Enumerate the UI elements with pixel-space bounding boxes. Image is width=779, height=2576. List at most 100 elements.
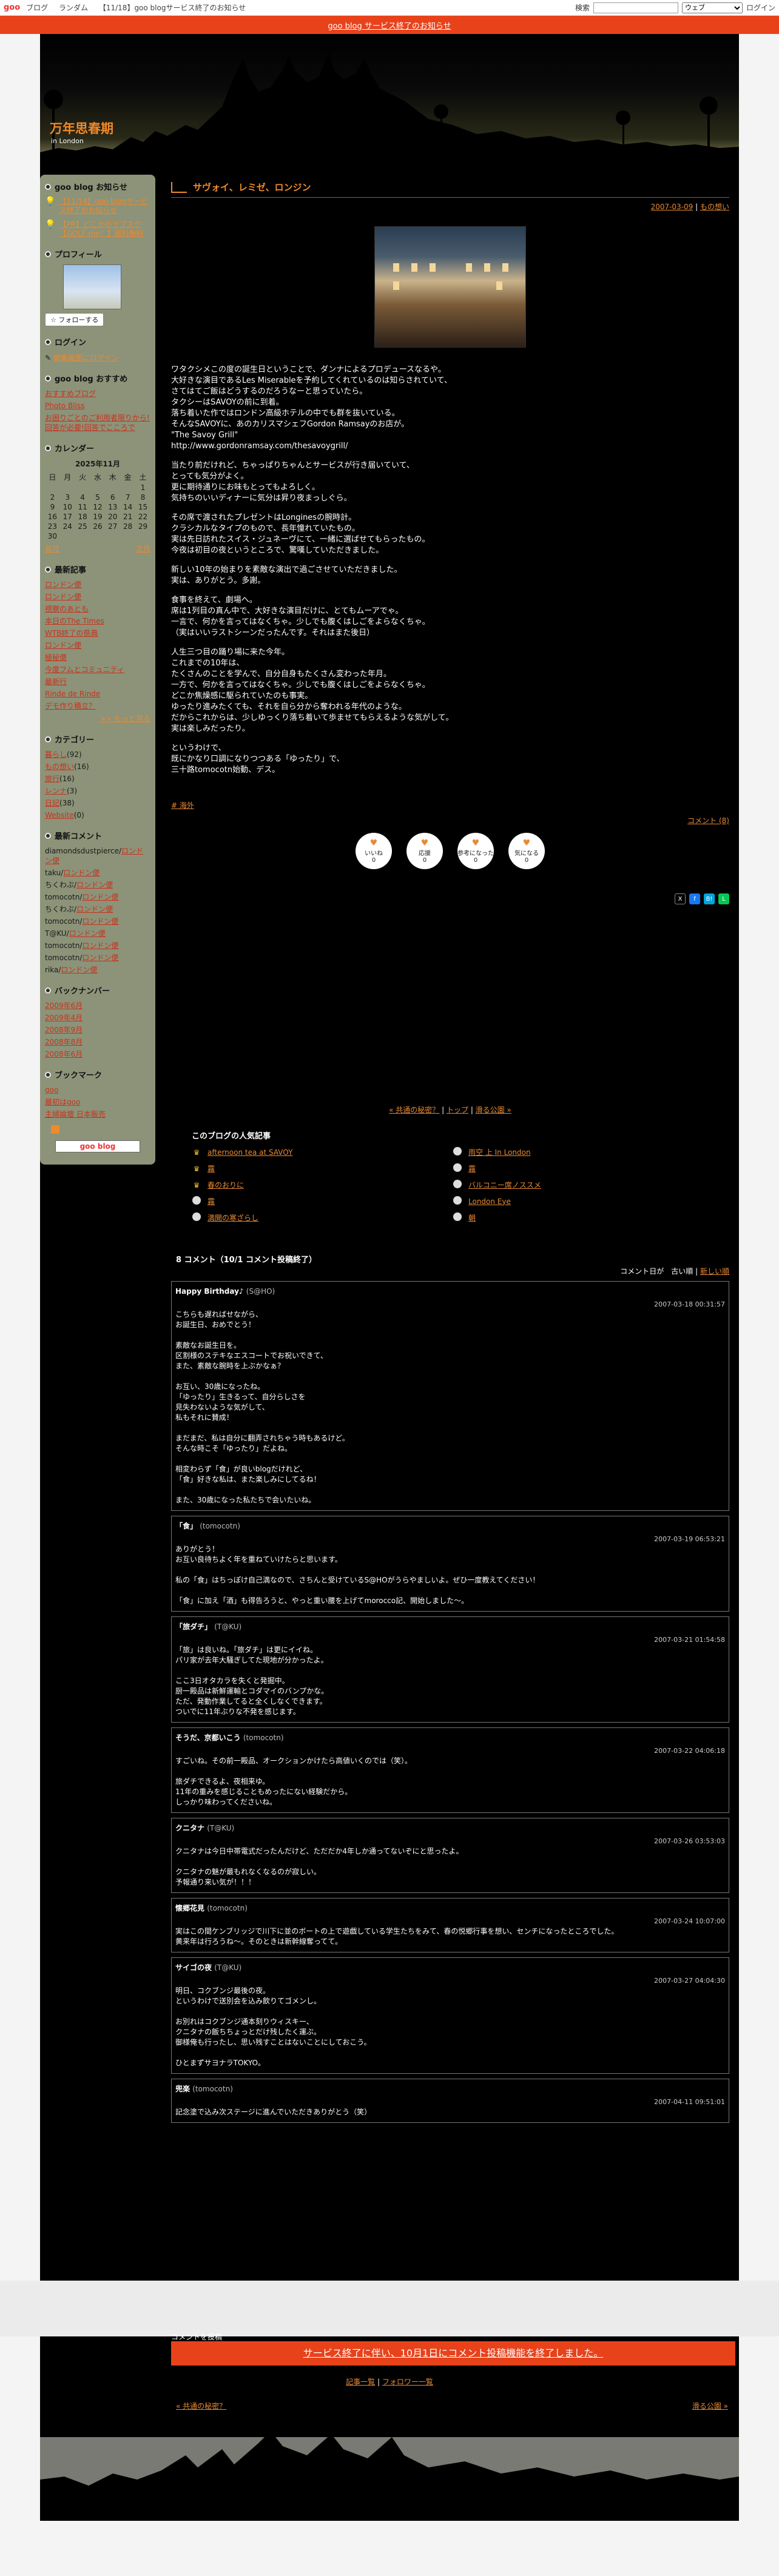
popular-link[interactable]: London Eye xyxy=(468,1197,511,1206)
recent-entry-link[interactable]: デモ作り積立？ xyxy=(45,702,96,710)
popular-link[interactable]: 霧 xyxy=(207,1163,215,1174)
notice-link[interactable]: 【PR】どこかのサブスク【GOLF me！】資料無料 xyxy=(59,220,150,238)
commented-entry-link[interactable]: ロンドン便 xyxy=(76,905,113,913)
entry-title[interactable]: サヴォイ、レミゼ、ロンジン xyxy=(193,181,311,193)
category-link[interactable]: 日記 xyxy=(45,799,59,807)
commented-entry-link[interactable]: ロンドン便 xyxy=(82,893,118,901)
reaction-button[interactable]: ♥ いいね 0 xyxy=(356,833,392,869)
category-list: 暮らし(92) もの想い(16) 旅行(16) レンナ(3) 日記(38) Website… xyxy=(45,750,150,820)
recommend-link[interactable]: Photo Bliss xyxy=(45,402,84,410)
follow-button[interactable]: ☆ フォローする xyxy=(45,313,104,326)
search-input[interactable] xyxy=(593,2,678,13)
reaction-icon: ♥ xyxy=(369,838,378,848)
search-scope-select[interactable]: ウェブ xyxy=(681,2,743,13)
commented-entry-link[interactable]: ロンドン便 xyxy=(76,881,113,889)
commented-entry-link[interactable]: ロンドン便 xyxy=(82,941,118,950)
goo-logo[interactable]: goo xyxy=(4,3,20,12)
reaction-button[interactable]: ♥ 応援 0 xyxy=(406,833,443,869)
bookmark-link[interactable]: 最初はgoo xyxy=(45,1098,80,1106)
tag-link[interactable]: # 海外 xyxy=(171,801,194,810)
comment-author: (T@KU) xyxy=(207,1824,235,1832)
entry-category-link[interactable]: もの想い xyxy=(700,203,729,211)
rank-marker xyxy=(453,1147,462,1157)
calendar-weekday: 金 xyxy=(124,473,132,482)
backnumber-link[interactable]: 2009年6月 xyxy=(45,1001,83,1010)
topbar-link-random[interactable]: ランダム xyxy=(59,4,88,12)
category-link[interactable]: レンナ xyxy=(45,787,67,795)
popular-link[interactable]: 霧 xyxy=(207,1196,215,1206)
commented-entry-link[interactable]: ロンドン便 xyxy=(82,953,118,962)
next-entry-link[interactable]: 滑る公園 » xyxy=(476,1106,511,1114)
recent-entry-link[interactable]: 最新行 xyxy=(45,678,67,686)
commented-entry-link[interactable]: ロンドン便 xyxy=(69,929,106,938)
calendar-next-link[interactable]: 次月 xyxy=(136,543,150,554)
footer-next-link[interactable]: 滑る公園 » xyxy=(692,2401,728,2411)
top-link[interactable]: トップ xyxy=(447,1106,468,1114)
recent-entry-link[interactable]: ロンドン便 xyxy=(45,593,81,601)
popular-link[interactable]: 霧 xyxy=(468,1163,476,1174)
bookmark-link[interactable]: 主婦論壇 日本販売 xyxy=(45,1110,106,1118)
popular-link[interactable]: バルコニー席ノススメ xyxy=(468,1180,541,1190)
popular-link[interactable]: afternoon tea at SAVOY xyxy=(207,1148,292,1157)
recent-entry-link[interactable]: ロンドン便 xyxy=(45,580,81,589)
profile-avatar[interactable] xyxy=(63,264,121,309)
comment-date: 2007-03-26 03:53:03 xyxy=(654,1837,725,1845)
category-link[interactable]: 暮らし xyxy=(45,750,67,759)
recommend-link[interactable]: おすすめブログ xyxy=(45,389,96,398)
recent-entry-link[interactable]: 今度フムとコミュニティ xyxy=(45,665,124,674)
popular-link[interactable]: 雨空 上 In London xyxy=(468,1147,531,1157)
recent-more-link[interactable]: >> もっと見る xyxy=(99,715,150,723)
follower-list-link[interactable]: フォロワー一覧 xyxy=(382,2378,433,2386)
savoy-hotel-photo[interactable] xyxy=(374,226,526,348)
facebook-share-icon[interactable]: f xyxy=(689,893,700,904)
recent-entry-link[interactable]: 極秘便 xyxy=(45,653,67,662)
commented-entry-link[interactable]: ロンドン便 xyxy=(63,869,99,877)
notice-link[interactable]: 【11/14】goo blogサービス終了のお知らせ xyxy=(59,197,150,215)
comment-closed-link[interactable]: サービス終了に伴い、10月1日にコメント投稿機能を終了しました。 xyxy=(303,2347,604,2359)
category-link[interactable]: もの想い xyxy=(45,762,74,771)
comment-author: (T@KU) xyxy=(214,1623,242,1631)
recommend-link[interactable]: お困りごとのご利用者限りから!回答が必要!回答でこころで xyxy=(45,414,150,432)
list-item: 最新行 xyxy=(45,677,150,687)
rss-icon[interactable] xyxy=(51,1125,59,1134)
login-link[interactable]: ログイン xyxy=(746,2,775,13)
backnumber-link[interactable]: 2008年9月 xyxy=(45,1026,83,1034)
recent-more-row: >> もっと見る xyxy=(45,713,150,724)
backnumber-link[interactable]: 2008年8月 xyxy=(45,1038,83,1046)
goo-blog-button[interactable]: goo blog xyxy=(55,1140,140,1152)
recent-entry-link[interactable]: Rinde de Rinde xyxy=(45,690,100,698)
commented-entry-link[interactable]: ロンドン便 xyxy=(61,966,97,974)
bookmark-link[interactable]: goo xyxy=(45,1086,58,1094)
entry-date-link[interactable]: 2007-03-09 xyxy=(651,203,693,211)
backnumber-link[interactable]: 2009年4月 xyxy=(45,1014,83,1022)
popular-link[interactable]: 朝 xyxy=(468,1212,476,1223)
calendar-prev-link[interactable]: 前月 xyxy=(45,543,59,554)
reaction-button[interactable]: ♥ 参考になった 0 xyxy=(457,833,494,869)
recent-entry-link[interactable]: ロンドン便 xyxy=(45,641,81,650)
popular-link[interactable]: 満開の寒ざらし xyxy=(207,1212,258,1223)
recent-entry-link[interactable]: WTB終了の祭典 xyxy=(45,629,98,637)
list-item: 暮らし(92) xyxy=(45,750,150,759)
category-link[interactable]: 旅行 xyxy=(45,775,59,783)
service-end-notice-link[interactable]: goo blog サービス終了のお知らせ xyxy=(328,19,451,31)
prev-entry-link[interactable]: « 共通の秘密？ xyxy=(389,1106,439,1114)
calendar-day: 25 xyxy=(78,522,87,531)
backnumber-link[interactable]: 2008年6月 xyxy=(45,1050,83,1058)
entry-list-link[interactable]: 記事一覧 xyxy=(346,2378,375,2386)
edit-login-link[interactable]: 編集画面にログイン xyxy=(53,354,119,362)
line-share-icon[interactable]: L xyxy=(718,893,729,904)
reaction-button[interactable]: ♥ 気になる 0 xyxy=(508,833,545,869)
newest-first-link[interactable]: 新しい順 xyxy=(700,1267,729,1276)
blog-title[interactable]: 万年思春期 xyxy=(50,119,113,137)
category-link[interactable]: Website xyxy=(45,811,74,819)
recent-entry-link[interactable]: 本日のThe Times xyxy=(45,617,104,625)
topbar-link-notice[interactable]: 【11/18】goo blogサービス終了のお知らせ xyxy=(99,4,246,12)
topbar-link-blog[interactable]: ブログ xyxy=(26,4,48,12)
footer-prev-link[interactable]: « 共通の秘密？ xyxy=(176,2401,226,2411)
commented-entry-link[interactable]: ロンドン便 xyxy=(82,917,118,926)
recent-entry-link[interactable]: 視察のあとも xyxy=(45,605,89,613)
comment-count-link[interactable]: コメント (8) xyxy=(687,816,729,825)
hatena-share-icon[interactable]: B! xyxy=(704,893,715,904)
x-share-icon[interactable]: X xyxy=(675,893,686,904)
popular-link[interactable]: 春のおりに xyxy=(207,1180,244,1190)
